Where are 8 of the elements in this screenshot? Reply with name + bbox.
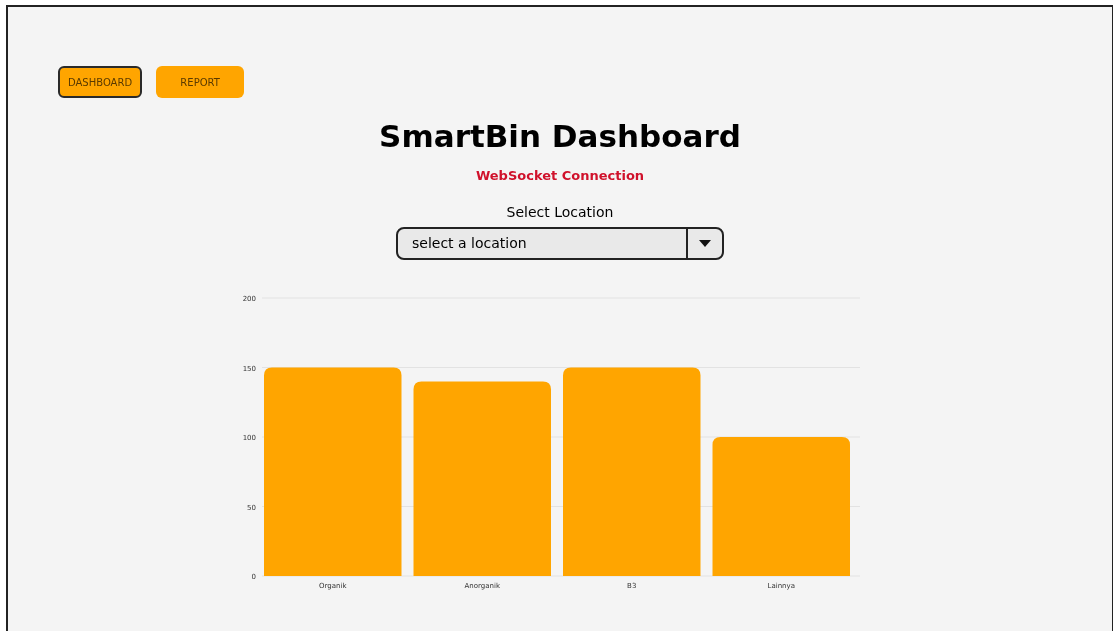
location-select[interactable]: select a location	[396, 226, 724, 260]
connection-status: WebSocket Connection	[475, 167, 645, 185]
nav-button[interactable]: REPORT	[156, 66, 245, 98]
dropdown-caret-icon	[699, 239, 711, 247]
nav-button[interactable]: DASHBOARD	[58, 66, 143, 98]
select-label: Select Location	[506, 202, 614, 222]
select-value: select a location	[411, 233, 528, 253]
page-title: SmartBin Dashboard	[379, 117, 741, 156]
